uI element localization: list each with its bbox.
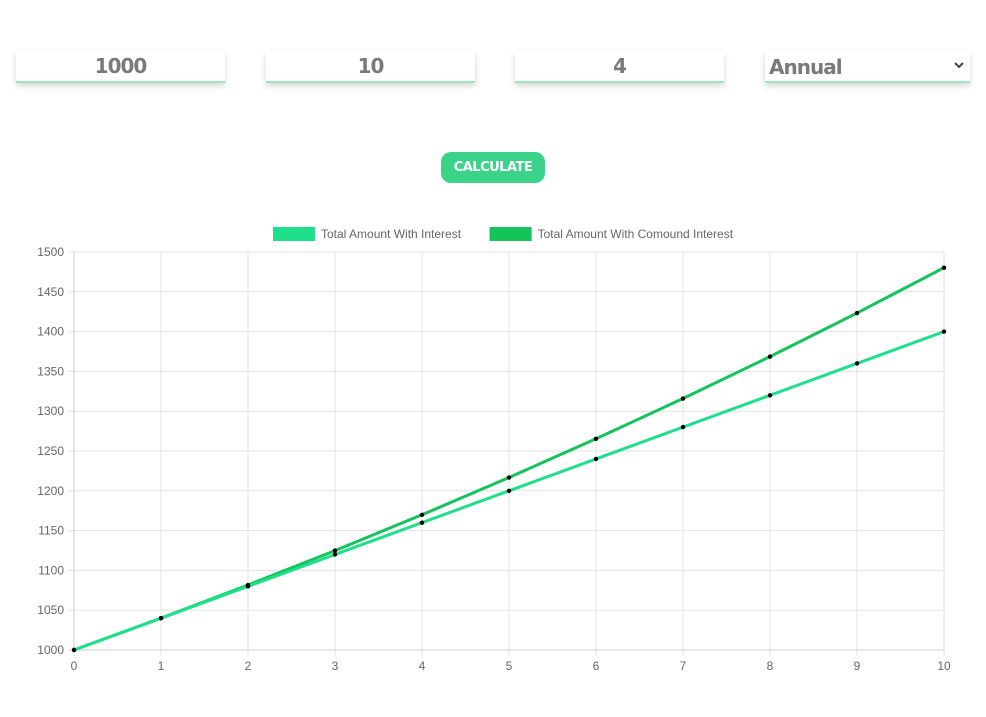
growth-line-chart: 1000105011001150120012501300135014001450… [37, 227, 951, 673]
y-tick-label: 1000 [37, 643, 64, 657]
y-tick-label: 1250 [37, 444, 64, 458]
frequency-select[interactable]: Annual [765, 51, 970, 83]
legend-swatch [489, 227, 532, 241]
y-tick-label: 1350 [37, 364, 64, 378]
y-tick-label: 1100 [38, 563, 64, 577]
data-point-compound [941, 265, 947, 270]
data-point-simple [854, 361, 860, 366]
years-input[interactable] [266, 51, 475, 81]
data-point-simple [680, 424, 686, 430]
data-point-compound [158, 615, 164, 621]
x-tick-label: 10 [937, 659, 951, 673]
data-point-simple [419, 520, 425, 525]
x-tick-label: 2 [245, 659, 252, 673]
calculate-button[interactable]: CALCULATE [441, 152, 545, 183]
x-tick-label: 7 [680, 659, 687, 673]
y-tick-label: 1500 [37, 245, 64, 259]
data-point-compound [332, 548, 338, 553]
rate-field[interactable] [515, 51, 724, 83]
frequency-selected-value: Annual [769, 55, 843, 79]
x-tick-label: 9 [854, 659, 861, 673]
data-point-compound [245, 582, 251, 588]
data-point-simple [767, 393, 773, 398]
x-tick-label: 0 [71, 659, 78, 673]
data-point-simple [941, 329, 947, 334]
data-point-compound [854, 310, 860, 316]
data-point-simple [332, 552, 338, 557]
data-point-compound [506, 475, 512, 480]
data-point-compound [419, 512, 425, 517]
x-tick-label: 6 [593, 659, 600, 673]
x-tick-label: 5 [506, 659, 513, 673]
data-point-compound [593, 436, 599, 442]
data-point-compound [71, 647, 77, 653]
x-tick-label: 3 [332, 659, 339, 673]
rate-input[interactable] [515, 51, 724, 81]
principal-field[interactable] [16, 51, 225, 83]
data-point-compound [767, 354, 773, 359]
legend-label: Total Amount With Comound Interest [538, 227, 734, 241]
data-point-simple [506, 488, 512, 493]
y-tick-label: 1450 [37, 285, 64, 299]
data-point-simple [593, 456, 599, 462]
chevron-down-icon [954, 62, 964, 69]
data-point-compound [680, 396, 686, 401]
y-tick-label: 1150 [38, 524, 64, 538]
x-tick-label: 4 [419, 659, 426, 673]
y-tick-label: 1200 [37, 484, 64, 498]
legend-label: Total Amount With Interest [321, 227, 462, 241]
y-tick-label: 1300 [37, 404, 64, 418]
x-tick-label: 8 [767, 659, 774, 673]
legend-swatch [273, 227, 315, 241]
years-field[interactable] [266, 51, 475, 83]
principal-input[interactable] [16, 51, 225, 81]
x-tick-label: 1 [158, 659, 165, 673]
y-tick-label: 1400 [37, 325, 64, 339]
y-tick-label: 1050 [37, 603, 64, 617]
